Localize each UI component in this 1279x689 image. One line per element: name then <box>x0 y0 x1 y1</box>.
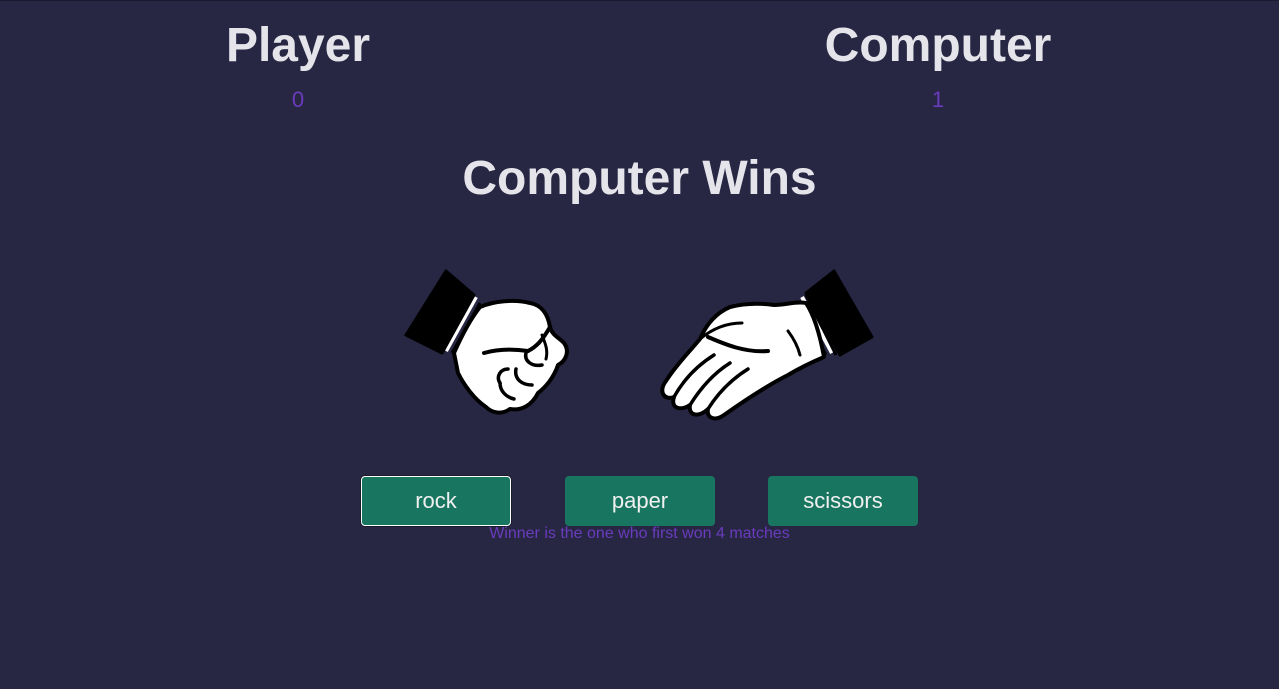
round-result: Computer Wins <box>462 152 817 205</box>
player-score: 0 <box>291 87 305 112</box>
computer-score: 1 <box>931 87 945 112</box>
computer-hand <box>660 265 878 428</box>
computer-score-panel: Computer 1 <box>788 1 1088 111</box>
computer-label: Computer <box>824 19 1052 72</box>
scissors-button[interactable]: scissors <box>768 476 918 526</box>
rules-hint: Winner is the one who first won 4 matche… <box>489 525 790 542</box>
open-hand-icon <box>660 269 874 421</box>
player-hand <box>402 265 574 422</box>
fist-icon <box>404 269 569 415</box>
player-score-panel: Player 0 <box>148 1 448 111</box>
rock-button[interactable]: rock <box>361 476 511 526</box>
player-label: Player <box>225 19 371 72</box>
paper-button[interactable]: paper <box>565 476 715 526</box>
